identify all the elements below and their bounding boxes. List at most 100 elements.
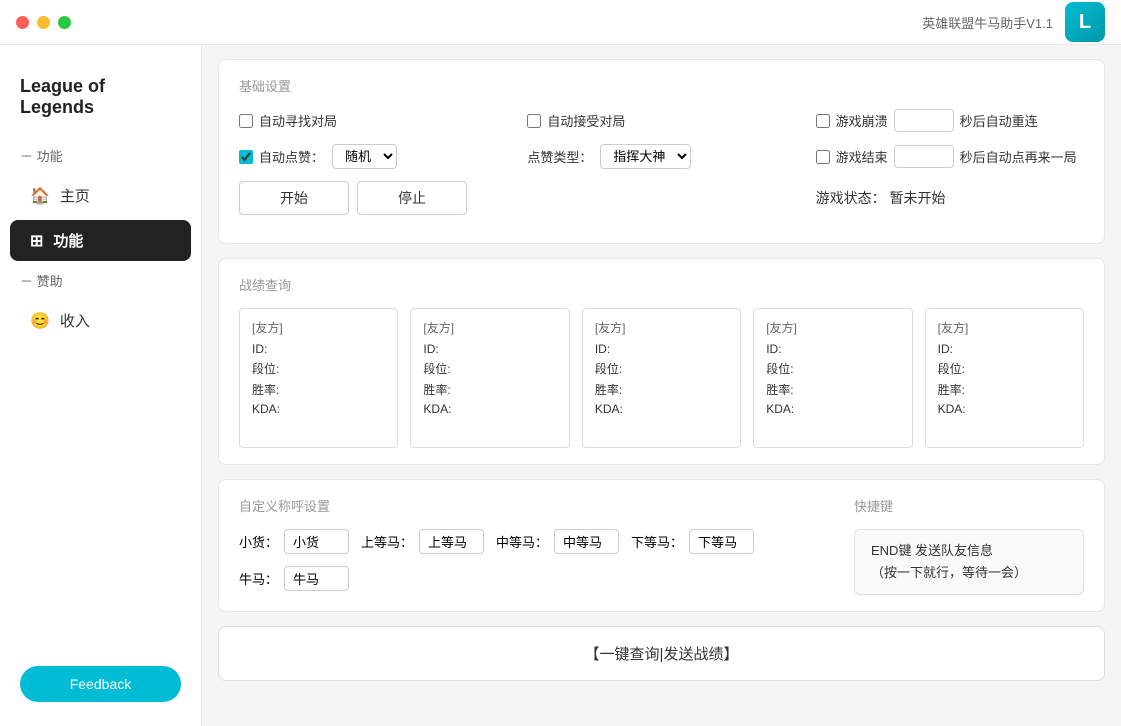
auto-like-select[interactable]: 随机 指定 <box>332 144 397 169</box>
record-winrate-0: 胜率: <box>252 381 385 398</box>
game-end-input[interactable]: 3000 <box>894 145 954 168</box>
minimize-button[interactable] <box>37 16 50 29</box>
shortcut-section: 快捷键 END键 发送队友信息 （按一下就行，等待一会） <box>854 496 1084 595</box>
record-id-3: ID: <box>766 342 899 356</box>
record-winrate-3: 胜率: <box>766 381 899 398</box>
nickname-pair-0: 小货： <box>239 529 349 554</box>
nickname-title: 自定义称呼设置 <box>239 496 834 515</box>
sidebar-item-home-label: 主页 <box>60 185 90 206</box>
record-card-0: [友方] ID: 段位: 胜率: KDA: <box>239 308 398 448</box>
sidebar: League of Legends － 功能 🏠 主页 ⊞ 功能 － 赞助 😊 … <box>0 0 202 726</box>
game-end-col: 游戏结束 3000 秒后自动点再来一局 <box>816 145 1084 168</box>
auto-accept-match-label[interactable]: 自动接受对局 <box>527 111 625 130</box>
nickname-label-4: 牛马： <box>239 569 278 588</box>
nickname-section: 自定义称呼设置 小货： 上等马： 中等马： 下等马： 牛马： <box>239 496 834 591</box>
game-crash-checkbox[interactable] <box>816 114 830 128</box>
stop-button[interactable]: 停止 <box>357 181 467 215</box>
nickname-label-3: 下等马： <box>631 532 683 551</box>
sidebar-item-home[interactable]: 🏠 主页 <box>10 175 191 216</box>
game-crash-seconds-label: 秒后自动重连 <box>960 111 1038 130</box>
record-card-4: [友方] ID: 段位: 胜率: KDA: <box>925 308 1084 448</box>
auto-accept-match-text: 自动接受对局 <box>547 111 625 130</box>
record-tag-4: [友方] <box>938 319 1071 336</box>
auto-find-match-label[interactable]: 自动寻找对局 <box>239 111 337 130</box>
record-id-0: ID: <box>252 342 385 356</box>
basic-settings-title: 基础设置 <box>239 76 1084 95</box>
record-id-1: ID: <box>423 342 556 356</box>
window-controls <box>16 16 71 29</box>
nickname-label-1: 上等马： <box>361 532 413 551</box>
auto-find-col: 自动寻找对局 <box>239 111 507 130</box>
feedback-button[interactable]: Feedback <box>20 666 181 702</box>
shortcut-title: 快捷键 <box>854 496 1084 515</box>
sidebar-feedback: Feedback <box>0 666 201 702</box>
start-stop-col: 开始 停止 <box>239 181 507 215</box>
main-content: 基础设置 自动寻找对局 自动接受对局 游戏崩溃 3000 <box>202 0 1121 726</box>
record-card-2: [友方] ID: 段位: 胜率: KDA: <box>582 308 741 448</box>
titlebar-right: 英雄联盟牛马助手V1.1 L <box>922 2 1105 42</box>
record-kda-2: KDA: <box>595 402 728 416</box>
start-button[interactable]: 开始 <box>239 181 349 215</box>
game-end-label[interactable]: 游戏结束 <box>816 147 888 166</box>
record-id-2: ID: <box>595 342 728 356</box>
section-label-support: － 赞助 <box>0 263 201 298</box>
query-btn-wrap: 【一键查询|发送战绩】 <box>218 626 1105 681</box>
record-winrate-4: 胜率: <box>938 381 1071 398</box>
sidebar-item-income[interactable]: 😊 收入 <box>10 300 191 341</box>
game-status-prefix: 游戏状态： <box>816 190 886 206</box>
nickname-pair-3: 下等马： <box>631 529 754 554</box>
game-crash-label[interactable]: 游戏崩溃 <box>816 111 888 130</box>
shortcut-line2: （按一下就行，等待一会） <box>871 562 1067 584</box>
sidebar-item-income-label: 收入 <box>60 310 90 331</box>
auto-like-col: 自动点赞： 随机 指定 <box>239 144 507 169</box>
sidebar-item-features-label: 功能 <box>53 230 83 251</box>
auto-accept-match-checkbox[interactable] <box>527 114 541 128</box>
titlebar: 英雄联盟牛马助手V1.1 L <box>0 0 1121 45</box>
battle-records-card: 战绩查询 [友方] ID: 段位: 胜率: KDA: [友方] ID: 段位: … <box>218 258 1105 465</box>
app-title: 英雄联盟牛马助手V1.1 <box>922 13 1053 32</box>
game-end-checkbox[interactable] <box>816 150 830 164</box>
settings-row-1: 自动寻找对局 自动接受对局 游戏崩溃 3000 秒后自动重连 <box>239 109 1084 132</box>
game-status-col: 游戏状态： 暂未开始 <box>816 188 1084 208</box>
like-type-select[interactable]: 指挥大神 全力输出 最佳助攻 <box>600 144 691 169</box>
record-tag-2: [友方] <box>595 319 728 336</box>
record-rank-1: 段位: <box>423 360 556 377</box>
query-button[interactable]: 【一键查询|发送战绩】 <box>218 626 1105 681</box>
record-winrate-1: 胜率: <box>423 381 556 398</box>
nickname-pair-4: 牛马： <box>239 566 349 591</box>
nickname-label-0: 小货： <box>239 532 278 551</box>
nickname-row: 小货： 上等马： 中等马： 下等马： 牛马： <box>239 529 834 591</box>
record-rank-3: 段位: <box>766 360 899 377</box>
close-button[interactable] <box>16 16 29 29</box>
income-icon: 😊 <box>30 311 50 331</box>
nickname-input-3[interactable] <box>689 529 754 554</box>
game-end-seconds-label: 秒后自动点再来一局 <box>960 147 1077 166</box>
nickname-pair-2: 中等马： <box>496 529 619 554</box>
basic-settings-card: 基础设置 自动寻找对局 自动接受对局 游戏崩溃 3000 <box>218 59 1105 244</box>
sidebar-item-features[interactable]: ⊞ 功能 <box>10 220 191 261</box>
records-grid: [友方] ID: 段位: 胜率: KDA: [友方] ID: 段位: 胜率: K… <box>239 308 1084 448</box>
game-status-label: 游戏状态： 暂未开始 <box>816 188 946 208</box>
nickname-input-1[interactable] <box>419 529 484 554</box>
app-logo: L <box>1065 2 1105 42</box>
nickname-label-2: 中等马： <box>496 532 548 551</box>
record-tag-3: [友方] <box>766 319 899 336</box>
game-status-value: 暂未开始 <box>890 190 946 206</box>
nickname-input-4[interactable] <box>284 566 349 591</box>
record-kda-3: KDA: <box>766 402 899 416</box>
bottom-card: 自定义称呼设置 小货： 上等马： 中等马： 下等马： 牛马： 快捷键 END键 … <box>218 479 1105 612</box>
auto-like-text: 自动点赞： <box>259 147 324 166</box>
auto-find-match-checkbox[interactable] <box>239 114 253 128</box>
settings-row-2: 自动点赞： 随机 指定 点赞类型： 指挥大神 全力输出 最佳助攻 游戏结束 <box>239 144 1084 169</box>
nickname-input-2[interactable] <box>554 529 619 554</box>
maximize-button[interactable] <box>58 16 71 29</box>
shortcut-box: END键 发送队友信息 （按一下就行，等待一会） <box>854 529 1084 595</box>
nickname-input-0[interactable] <box>284 529 349 554</box>
record-tag-0: [友方] <box>252 319 385 336</box>
record-rank-2: 段位: <box>595 360 728 377</box>
auto-like-checkbox[interactable] <box>239 150 253 164</box>
auto-like-label[interactable]: 自动点赞： <box>239 147 324 166</box>
game-crash-input[interactable]: 3000 <box>894 109 954 132</box>
record-kda-4: KDA: <box>938 402 1071 416</box>
game-end-text: 游戏结束 <box>836 147 888 166</box>
